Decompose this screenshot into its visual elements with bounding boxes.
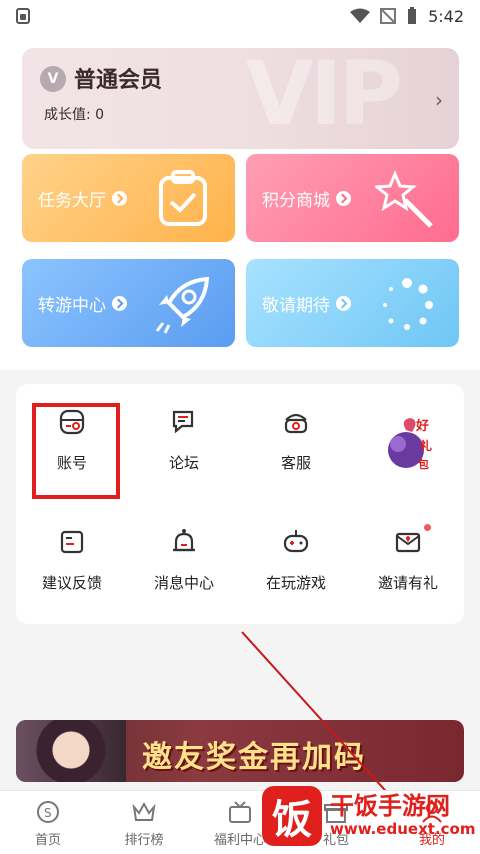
vip-badge-icon: V <box>40 66 66 92</box>
menu-grid: 账号 论坛 客服 好 礼 包 建议反馈 消息中心 在玩游戏 邀请有礼 <box>16 384 464 624</box>
grid-item-customer-service[interactable]: 客服 <box>240 384 352 494</box>
bell-icon <box>173 529 195 552</box>
task-hall-tile[interactable]: 任务大厅 <box>22 154 235 242</box>
gamepad-icon <box>283 530 309 553</box>
promo-game-icon: 好 礼 包 <box>388 418 432 471</box>
unread-dot <box>424 524 431 531</box>
grid-label: 论坛 <box>168 454 199 472</box>
tile-label: 任务大厅 <box>38 191 106 211</box>
arrow-right-icon <box>112 296 127 311</box>
coming-soon-tile[interactable]: 敬请期待 <box>246 259 459 347</box>
grid-item-account[interactable]: 账号 <box>16 384 128 494</box>
no-signal-icon <box>380 8 397 24</box>
invite-mail-icon <box>395 532 421 553</box>
arrow-right-icon <box>336 296 351 311</box>
rocket-icon <box>155 276 210 334</box>
clock: 5:42 <box>428 6 464 26</box>
grid-label: 在玩游戏 <box>265 574 326 592</box>
member-card[interactable]: VIP V 普通会员 成长值: 0 › <box>22 48 459 149</box>
magic-wand-icon <box>375 170 433 228</box>
watermark-url: www.eduext.com <box>330 820 476 838</box>
battery-icon <box>408 7 417 24</box>
character-art <box>16 720 126 782</box>
arrow-right-icon <box>336 191 351 206</box>
points-mall-tile[interactable]: 积分商城 <box>246 154 459 242</box>
tile-label: 敬请期待 <box>262 296 330 316</box>
grid-item-promo[interactable]: 好 礼 包 <box>352 384 464 494</box>
tile-label: 转游中心 <box>38 296 106 316</box>
grid-item-forum[interactable]: 论坛 <box>128 384 240 494</box>
grid-item-messages[interactable]: 消息中心 <box>128 504 240 614</box>
forum-icon <box>172 410 194 434</box>
grid-label: 邀请有礼 <box>377 574 438 592</box>
tile-label: 积分商城 <box>262 191 330 211</box>
grid-label: 客服 <box>280 454 311 472</box>
nav-home[interactable]: S 首页 <box>8 799 88 848</box>
top-section: VIP V 普通会员 成长值: 0 › 任务大厅 积分商城 转游中心 敬请期待 <box>0 32 480 370</box>
grid-label: 账号 <box>56 454 87 472</box>
transfer-center-tile[interactable]: 转游中心 <box>22 259 235 347</box>
account-icon <box>59 409 85 435</box>
clipboard-check-icon <box>159 170 207 226</box>
gift-tv-icon <box>229 801 251 823</box>
notification-icon <box>16 8 30 24</box>
banner-text: 邀友奖金再加码 <box>142 740 366 775</box>
growth-value: 成长值: 0 <box>44 107 105 123</box>
customer-service-icon <box>284 413 308 434</box>
watermark-logo: 饭 <box>262 786 322 846</box>
loading-icon <box>383 278 433 330</box>
svg-text:S: S <box>44 806 52 820</box>
svg-text:好: 好 <box>415 418 429 434</box>
svg-text:包: 包 <box>417 457 429 471</box>
crown-icon <box>132 801 156 821</box>
wifi-icon <box>350 8 371 23</box>
feedback-icon <box>60 530 84 554</box>
grid-item-playing-games[interactable]: 在玩游戏 <box>240 504 352 614</box>
watermark-name: 干饭手游网 <box>330 792 450 820</box>
arrow-right-icon <box>112 191 127 206</box>
nav-ranking[interactable]: 排行榜 <box>104 799 184 848</box>
chevron-right-icon: › <box>435 88 443 112</box>
grid-item-feedback[interactable]: 建议反馈 <box>16 504 128 614</box>
svg-text:礼: 礼 <box>420 438 432 453</box>
nav-label: 福利中心 <box>213 833 266 848</box>
nav-label: 首页 <box>34 833 61 848</box>
site-watermark: 饭 干饭手游网 www.eduext.com <box>262 780 476 850</box>
status-bar: 5:42 <box>0 0 480 32</box>
nav-label: 排行榜 <box>124 833 164 848</box>
home-coin-icon: S <box>37 801 59 823</box>
member-level: 普通会员 <box>74 68 163 93</box>
grid-item-invite[interactable]: 邀请有礼 <box>352 504 464 614</box>
grid-label: 建议反馈 <box>41 574 102 592</box>
grid-label: 消息中心 <box>153 574 214 592</box>
invite-banner[interactable]: 邀友奖金再加码 <box>16 720 464 782</box>
vip-watermark: VIP <box>245 48 403 145</box>
